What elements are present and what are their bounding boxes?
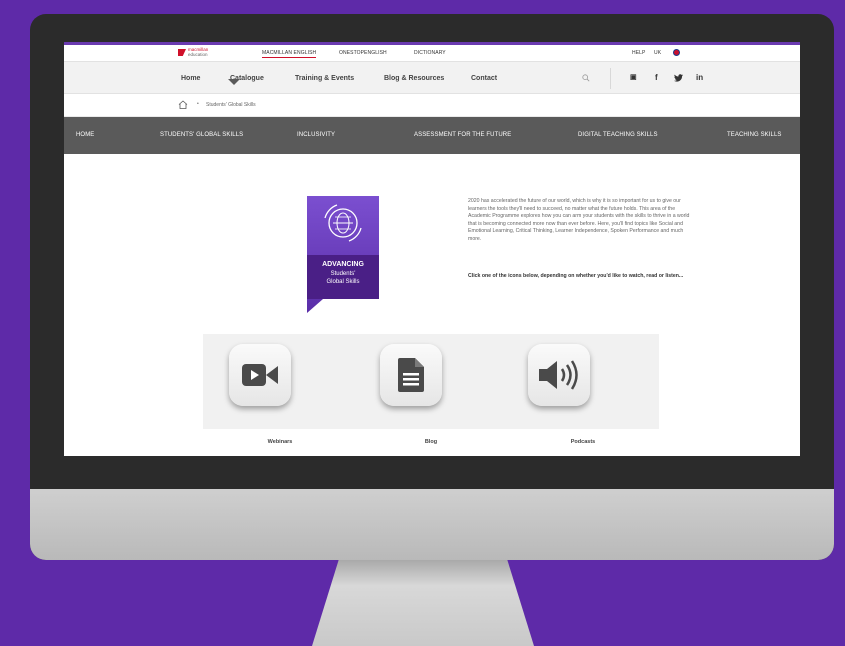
intro-paragraph: 2020 has accelerated the future of our w…: [468, 198, 690, 242]
youtube-icon[interactable]: ▣: [630, 73, 637, 81]
monitor-stand: [312, 560, 534, 646]
nav-contact[interactable]: Contact: [471, 75, 497, 82]
link-help[interactable]: HELP: [632, 50, 645, 56]
section-tab-home[interactable]: HOME: [76, 132, 94, 138]
link-dictionary[interactable]: DICTIONARY: [414, 50, 446, 56]
browser-screen: macmillan education MACMILLAN ENGLISH ON…: [64, 42, 800, 456]
search-icon[interactable]: [582, 74, 590, 82]
blog-label[interactable]: Blog: [401, 439, 461, 445]
speaker-icon: [539, 360, 578, 390]
facebook-icon[interactable]: f: [655, 73, 658, 82]
monitor-bezel: [30, 456, 834, 489]
section-tab-inclusivity[interactable]: INCLUSIVITY: [297, 132, 335, 138]
macmillan-logo[interactable]: macmillan education: [178, 47, 208, 57]
document-icon: [398, 358, 424, 392]
linkedin-icon[interactable]: in: [696, 73, 703, 82]
uk-flag-icon[interactable]: [673, 49, 680, 56]
breadcrumb: • Students' Global Skills: [64, 94, 800, 117]
utility-bar: macmillan education MACMILLAN ENGLISH ON…: [64, 45, 800, 61]
link-macmillan-english[interactable]: MACMILLAN ENGLISH: [262, 50, 317, 58]
breadcrumb-current: Students' Global Skills: [206, 102, 256, 108]
monitor-chin: [30, 489, 834, 560]
link-onestopenglish[interactable]: ONESTOPENGLISH: [339, 50, 387, 56]
podcasts-tile[interactable]: [528, 344, 590, 406]
section-tab-teaching-skills[interactable]: TEACHING SKILLS: [727, 132, 782, 138]
section-tab-digital-teaching[interactable]: DIGITAL TEACHING SKILLS: [578, 132, 658, 138]
active-tab-pointer: [228, 79, 240, 85]
nav-home[interactable]: Home: [181, 75, 200, 82]
home-icon[interactable]: [178, 100, 188, 109]
video-camera-icon: [242, 364, 278, 386]
twitter-icon[interactable]: [674, 74, 683, 82]
nav-training-events[interactable]: Training & Events: [295, 75, 354, 82]
badge-line-1: ADVANCING: [322, 261, 364, 268]
advancing-students-global-skills-badge: ADVANCING Students' Global Skills: [307, 196, 379, 313]
monitor: macmillan education MACMILLAN ENGLISH ON…: [30, 14, 834, 560]
main-navigation: Home Catalogue Training & Events Blog & …: [64, 61, 800, 94]
webinars-tile[interactable]: [229, 344, 291, 406]
badge-line-2: Students': [331, 271, 356, 277]
region-selector[interactable]: UK: [654, 50, 661, 56]
breadcrumb-separator: •: [197, 101, 199, 107]
section-tab-students-global-skills[interactable]: STUDENTS' GLOBAL SKILLS: [160, 132, 243, 138]
badge-line-3: Global Skills: [326, 279, 359, 285]
section-navigation: HOME STUDENTS' GLOBAL SKILLS INCLUSIVITY…: [64, 117, 800, 154]
webinars-label[interactable]: Webinars: [250, 439, 310, 445]
blog-tile[interactable]: [380, 344, 442, 406]
logo-text-bottom: education: [188, 51, 208, 57]
logo-mark-icon: [178, 49, 186, 56]
podcasts-label[interactable]: Podcasts: [553, 439, 613, 445]
call-to-action-text: Click one of the icons below, depending …: [468, 273, 684, 279]
resources-panel: [203, 334, 659, 429]
section-tab-assessment[interactable]: ASSESSMENT FOR THE FUTURE: [414, 132, 511, 138]
nav-blog-resources[interactable]: Blog & Resources: [384, 75, 444, 82]
nav-divider: [610, 68, 611, 89]
